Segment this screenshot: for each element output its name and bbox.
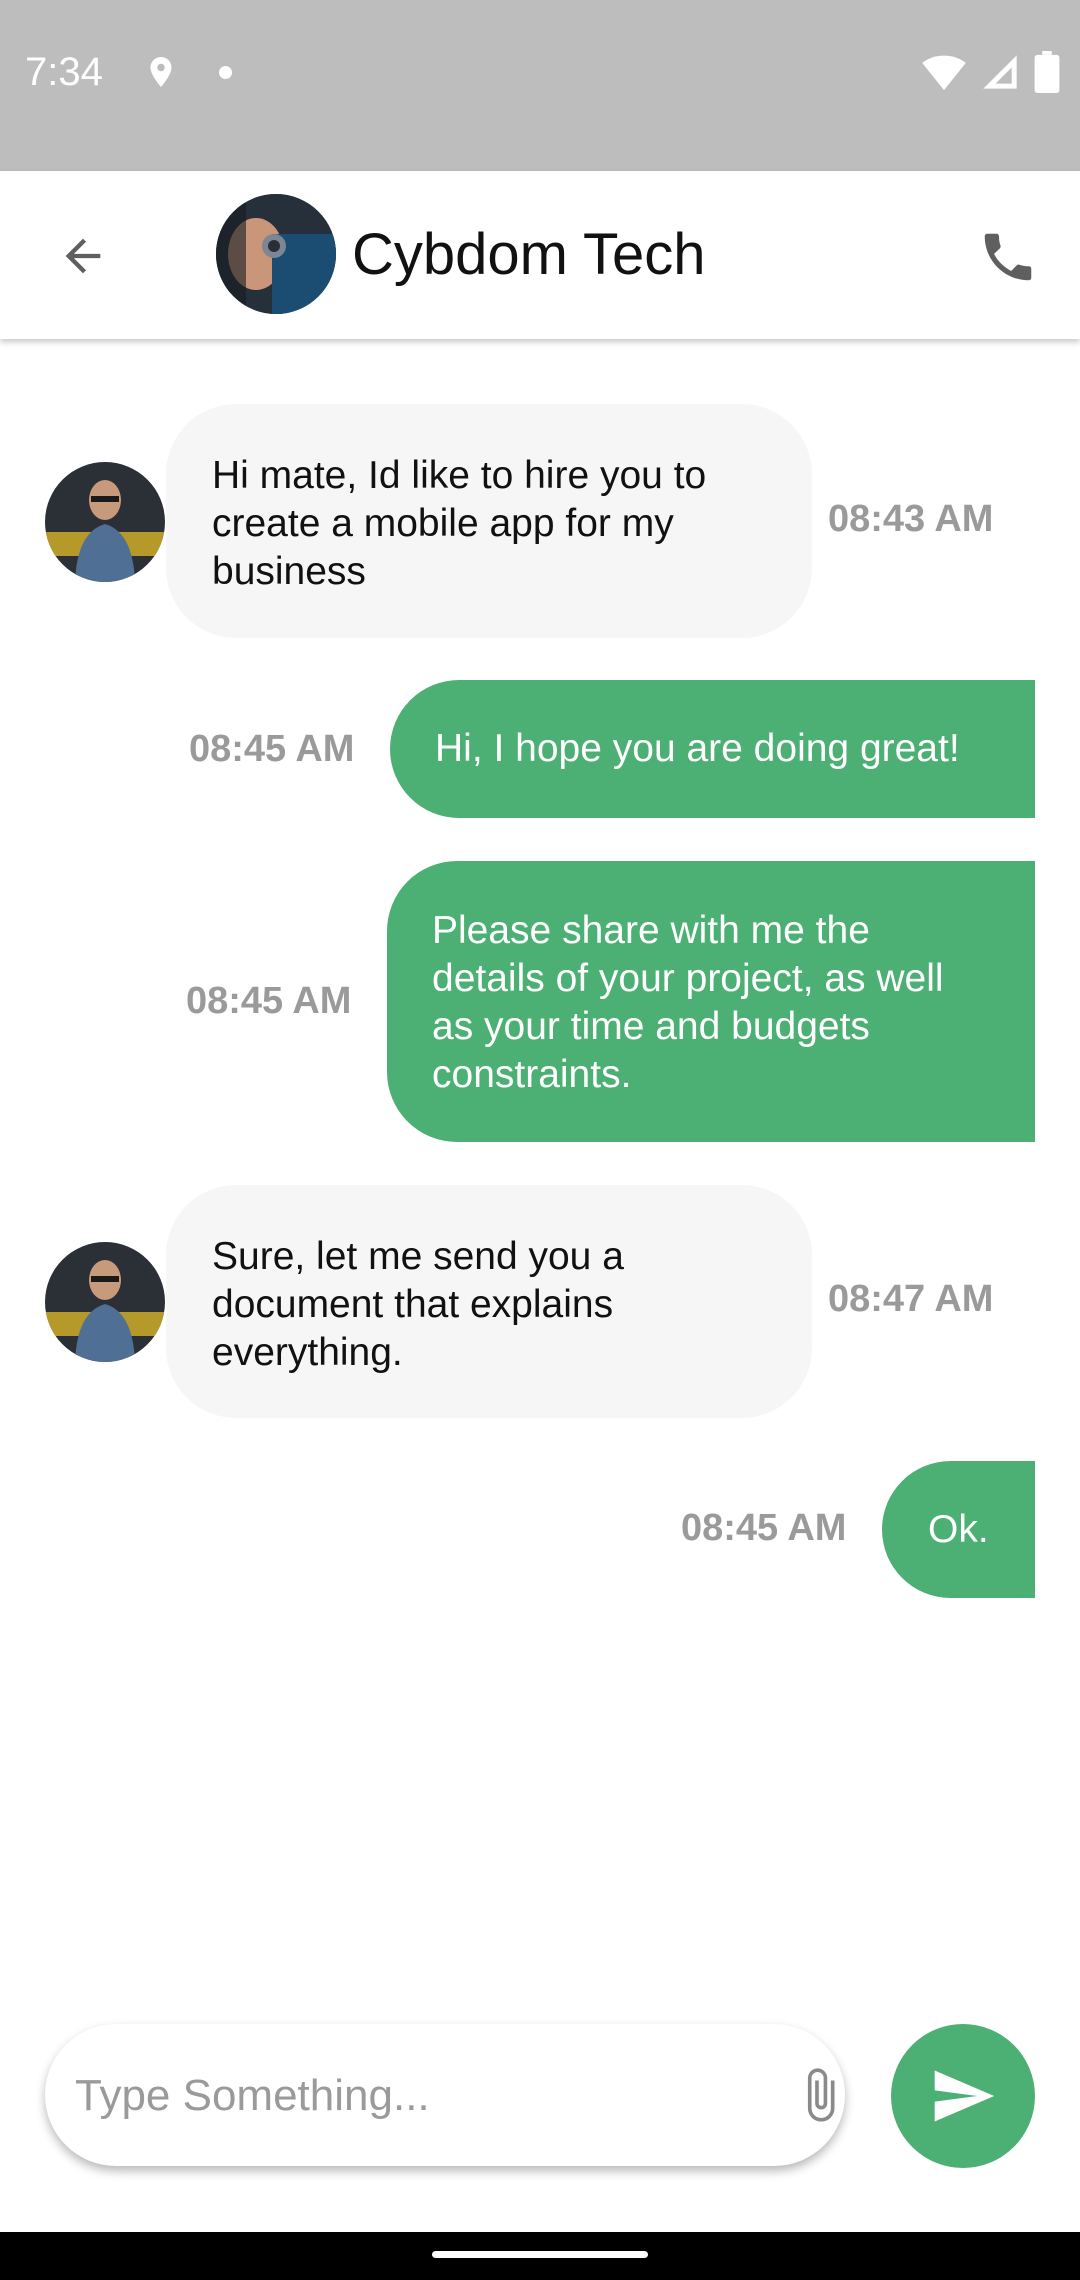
message-time: 08:43 AM — [828, 498, 994, 540]
person-photo — [45, 1242, 165, 1362]
wifi-icon — [922, 55, 966, 91]
attach-button[interactable] — [785, 2060, 855, 2130]
message-time: 08:45 AM — [681, 1507, 847, 1549]
paperclip-icon — [807, 2068, 835, 2122]
message-time: 08:47 AM — [828, 1278, 994, 1320]
back-button[interactable] — [48, 221, 118, 291]
contact-avatar[interactable] — [216, 194, 336, 314]
app-bar: Cybdom Tech — [0, 171, 1080, 339]
message-text-line: Sure, let me send you a — [212, 1235, 624, 1278]
message-text-line: create a mobile app for my — [212, 502, 674, 545]
message-text-line: everything. — [212, 1331, 403, 1374]
person-photo — [45, 462, 165, 582]
arrow-back-icon — [65, 238, 101, 274]
send-button[interactable] — [891, 2024, 1035, 2168]
message-text-line: Hi mate, Id like to hire you to — [212, 454, 707, 497]
contact-name[interactable]: Cybdom Tech — [352, 221, 706, 288]
call-button[interactable] — [970, 219, 1046, 295]
status-bar: 7:34 — [0, 0, 1080, 171]
message-bubble-outgoing: Hi, I hope you are doing great! — [390, 680, 1035, 818]
message-text-line: Ok. — [928, 1508, 989, 1551]
chat-screen: 7:34 Cybdom Tech Hi mate, Id like to hir… — [0, 0, 1080, 2280]
location-icon — [150, 57, 172, 87]
home-handle[interactable] — [432, 2251, 648, 2258]
message-time: 08:45 AM — [186, 980, 352, 1022]
send-icon — [934, 2070, 995, 2122]
cell-signal-icon — [983, 55, 1017, 89]
message-time: 08:45 AM — [189, 728, 355, 770]
message-bubble-incoming: Hi mate, Id like to hire you to create a… — [166, 404, 812, 638]
message-text-line: constraints. — [432, 1053, 632, 1096]
message-composer — [45, 2024, 845, 2166]
notification-dot-icon — [219, 66, 232, 79]
message-bubble-outgoing: Ok. — [882, 1461, 1035, 1598]
message-text-line: document that explains — [212, 1283, 614, 1326]
message-bubble-outgoing: Please share with me the details of your… — [387, 861, 1035, 1142]
status-time: 7:34 — [25, 50, 103, 94]
message-text-line: business — [212, 550, 366, 593]
message-text-line: Please share with me the — [432, 909, 870, 952]
sender-avatar[interactable] — [45, 1242, 165, 1362]
message-text-line: details of your project, as well — [432, 957, 944, 1000]
status-icons — [922, 50, 1060, 94]
message-text-line: Hi, I hope you are doing great! — [435, 727, 960, 770]
battery-icon — [1034, 51, 1060, 93]
avatar-photo — [216, 194, 336, 314]
navigation-bar — [0, 2232, 1080, 2280]
phone-icon — [984, 233, 1032, 281]
message-bubble-incoming: Sure, let me send you a document that ex… — [166, 1185, 812, 1418]
message-text-line: as your time and budgets — [432, 1005, 870, 1048]
sender-avatar[interactable] — [45, 462, 165, 582]
message-input[interactable] — [75, 2054, 735, 2138]
